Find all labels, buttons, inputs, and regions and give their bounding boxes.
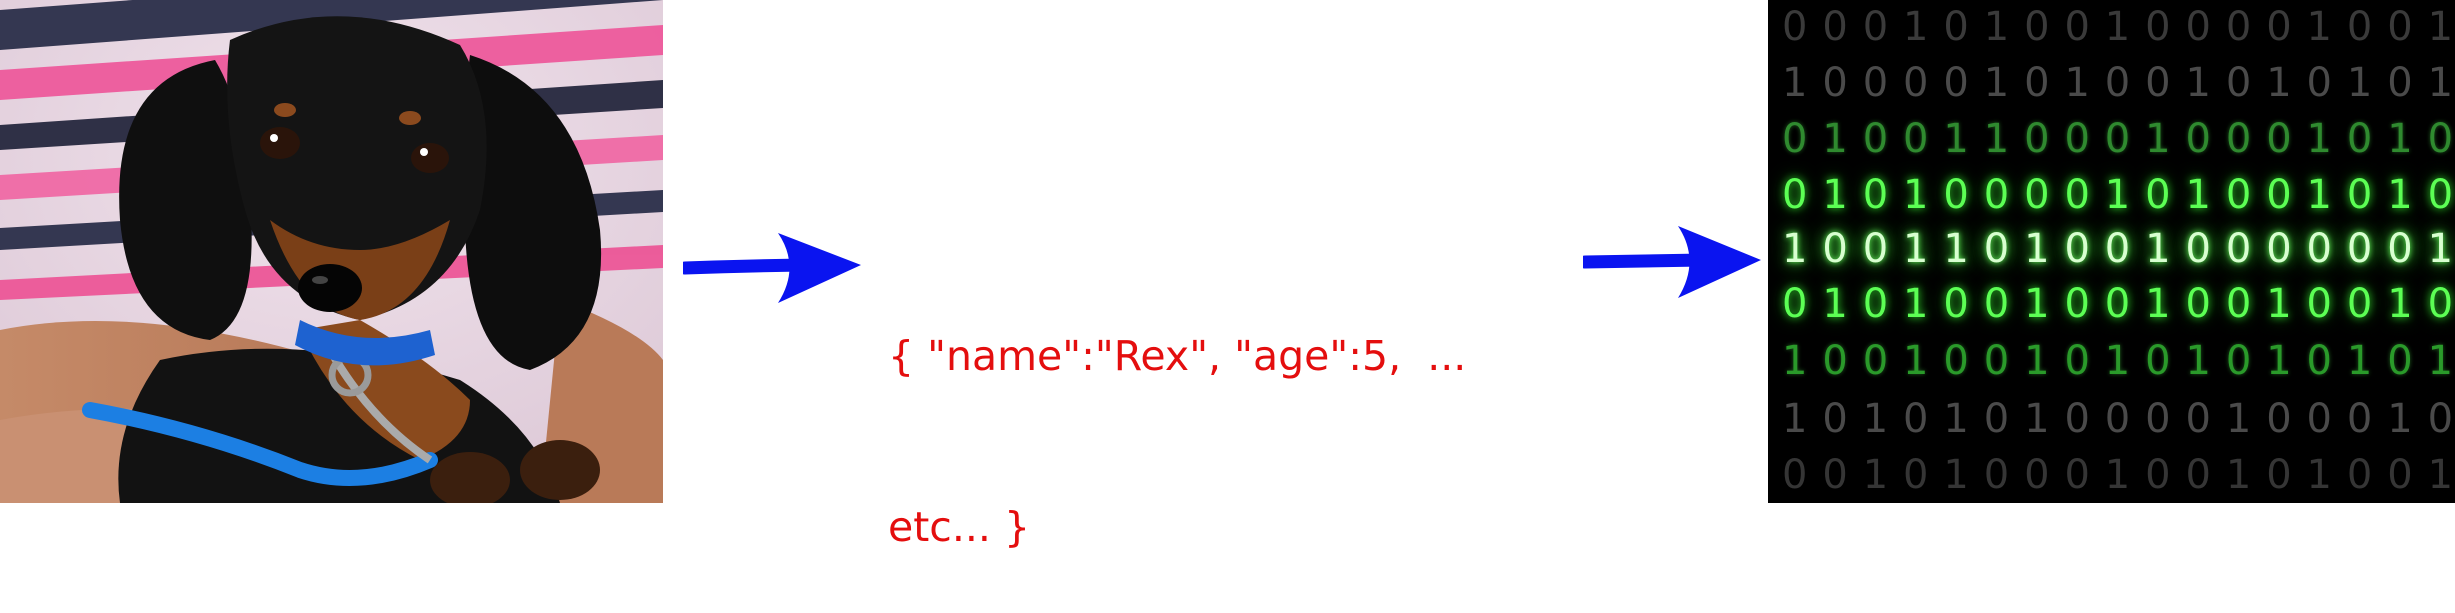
json-snippet: { "name":"Rex", "age":5, ... etc... }	[888, 214, 1588, 613]
dog-photo	[0, 0, 663, 503]
dachshund-puppy-icon	[0, 0, 663, 503]
binary-row: 0100110001000101000	[1782, 116, 2455, 162]
json-line-1: { "name":"Rex", "age":5, ...	[888, 332, 1467, 380]
arrow-right-icon	[683, 233, 861, 303]
json-line-2: etc... }	[888, 503, 1031, 551]
binary-row: 0101000010100101001	[1782, 172, 2455, 218]
binary-row: 1001101001000000101	[1782, 226, 2455, 272]
binary-row: 0101001001001001010	[1782, 281, 2455, 327]
arrow-right-icon	[1583, 226, 1761, 298]
binary-row: 0001010010000100101	[1782, 4, 2455, 50]
binary-row: 1010101000010001001	[1782, 396, 2455, 442]
binary-row: 0010100010010100100	[1782, 452, 2455, 498]
binary-code-image: 0001010010000100101 1000010100101010101 01…	[1768, 0, 2455, 503]
binary-row: 1000010100101010101	[1782, 60, 2455, 106]
binary-row: 1001001010101010110	[1782, 338, 2455, 384]
